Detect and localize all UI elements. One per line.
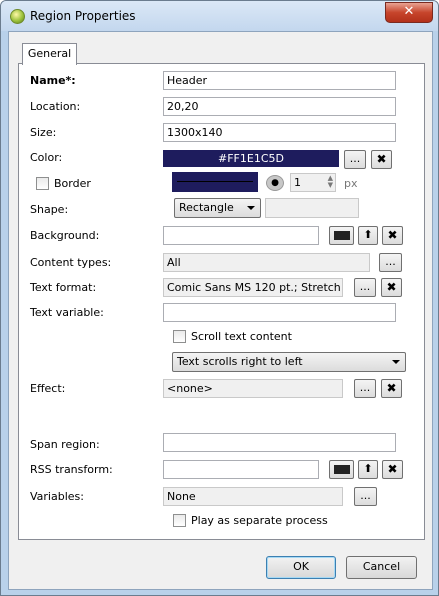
border-color-swatch[interactable] [172,172,258,192]
border-unit-label: px [344,177,358,190]
name-field[interactable]: Header [163,71,396,90]
text-format-browse-button[interactable]: ... [354,278,376,297]
effect-clear-button[interactable]: ✖ [381,379,402,398]
text-format-field: Comic Sans MS 120 pt.; Stretch: Nor [163,278,343,297]
background-clear-button[interactable]: ✖ [382,226,403,245]
rss-clear-button[interactable]: ✖ [382,460,403,479]
effect-browse-button[interactable]: ... [354,379,376,398]
dialog-client-area: General Name*: Header Location: 20,20 Si… [8,31,433,590]
region-properties-window: Region Properties ✕ General Name*: Heade… [0,0,439,596]
effect-field: <none> [163,379,343,398]
tab-general[interactable]: General [22,43,77,65]
cancel-button[interactable]: Cancel [346,556,417,579]
content-types-field: All [163,253,370,272]
location-label: Location: [30,100,81,113]
title-bar: Region Properties ✕ [1,1,438,31]
scroll-text-label: Scroll text content [191,330,292,343]
shape-label: Shape: [30,203,69,216]
color-label: Color: [30,151,63,164]
shape-select[interactable]: Rectangle [174,198,261,218]
background-field[interactable] [163,226,319,245]
upload-icon: ⬆ [363,228,373,241]
window-title: Region Properties [30,9,136,23]
content-types-browse-button[interactable]: ... [379,253,402,272]
rss-transform-label: RSS transform: [30,463,113,476]
scroll-direction-value: Text scrolls right to left [177,355,303,368]
border-label: Border [54,177,91,190]
border-width-value: 1 [294,176,301,189]
text-format-label: Text format: [30,281,97,294]
scroll-text-checkbox[interactable] [173,330,186,343]
rss-picker-button[interactable] [329,460,354,479]
scroll-direction-select[interactable]: Text scrolls right to left [172,352,406,372]
color-browse-button[interactable]: ... [344,150,366,169]
ok-button[interactable]: OK [266,556,336,579]
border-checkbox[interactable] [36,177,49,190]
shape-option-field [265,198,359,218]
palette-icon[interactable]: ● [266,175,284,191]
border-line-preview [177,181,253,182]
upload-icon: ⬆ [363,462,373,475]
chevron-down-icon [392,360,400,364]
spinner-arrows-icon[interactable]: ▲ ▼ [328,175,333,189]
size-field[interactable]: 1300x140 [163,123,396,142]
shape-value: Rectangle [179,201,234,214]
size-label: Size: [30,126,57,139]
span-region-label: Span region: [30,438,100,451]
keyboard-icon [333,231,350,240]
location-field[interactable]: 20,20 [163,97,396,116]
variables-browse-button[interactable]: ... [354,487,377,506]
variables-field: None [163,487,343,506]
rss-transform-field[interactable] [163,460,319,479]
text-format-clear-button[interactable]: ✖ [381,278,402,297]
color-swatch[interactable]: #FF1E1C5D [163,150,339,167]
chevron-down-icon [247,206,255,210]
keyboard-icon [333,465,350,474]
text-variable-field[interactable] [163,303,396,322]
text-variable-label: Text variable: [30,306,104,319]
app-icon [10,9,25,24]
border-width-spinner[interactable]: 1 ▲ ▼ [290,173,336,192]
content-types-label: Content types: [30,256,112,269]
rss-upload-button[interactable]: ⬆ [358,460,378,479]
separate-process-label: Play as separate process [191,514,328,527]
variables-label: Variables: [30,490,84,503]
name-label: Name*: [30,74,76,87]
background-label: Background: [30,229,100,242]
span-region-field[interactable] [163,433,396,452]
background-upload-button[interactable]: ⬆ [358,226,378,245]
effect-label: Effect: [30,382,66,395]
color-clear-button[interactable]: ✖ [371,150,392,169]
separate-process-checkbox[interactable] [173,514,186,527]
close-window-button[interactable]: ✕ [385,2,433,23]
background-picker-button[interactable] [329,226,354,245]
